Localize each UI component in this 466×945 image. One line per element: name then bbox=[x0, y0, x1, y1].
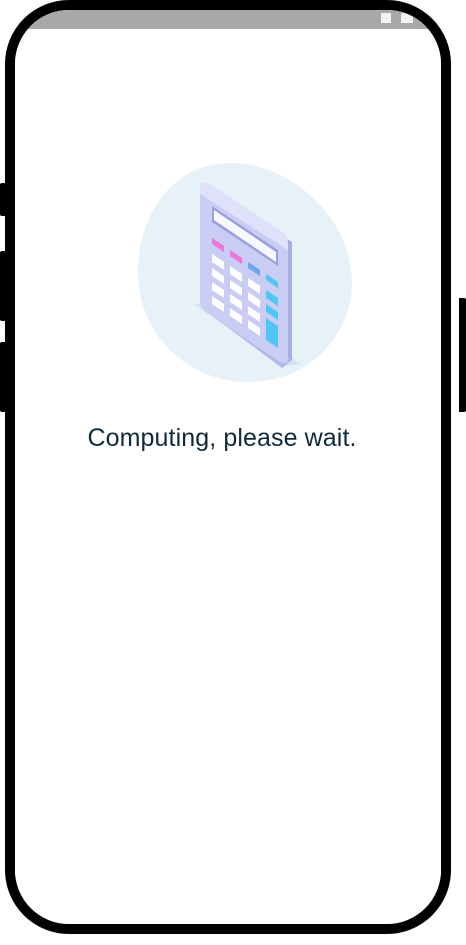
device: Computing, please wait. bbox=[0, 0, 466, 945]
phone-frame: Computing, please wait. bbox=[5, 0, 451, 934]
loading-message: Computing, please wait. bbox=[87, 424, 357, 452]
loading-screen: Computing, please wait. bbox=[15, 10, 441, 924]
status-bar bbox=[15, 10, 441, 29]
battery-icon bbox=[401, 13, 413, 23]
signal-icon bbox=[381, 13, 391, 23]
calculator-illustration bbox=[137, 162, 352, 383]
power-button bbox=[459, 298, 466, 412]
